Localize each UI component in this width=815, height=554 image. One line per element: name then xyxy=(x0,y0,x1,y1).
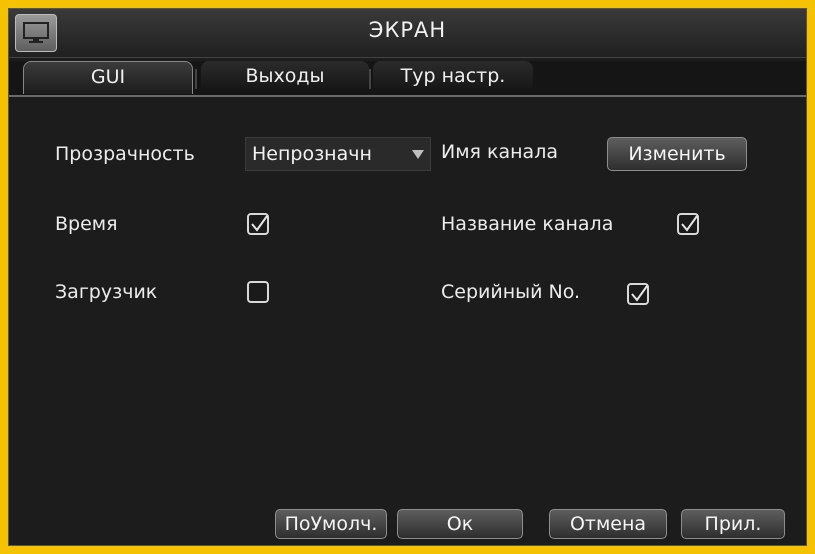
channel-title-checkbox[interactable] xyxy=(677,213,699,235)
tab-bar: GUI Выходы Тур настр. xyxy=(9,61,806,97)
channel-title-label: Название канала xyxy=(441,213,614,235)
apply-button[interactable]: Прил. xyxy=(681,509,785,539)
checkmark-icon xyxy=(251,215,268,232)
tab-outputs[interactable]: Выходы xyxy=(201,61,369,93)
defaults-button[interactable]: ПоУмолч. xyxy=(275,509,387,539)
window-title: ЭКРАН xyxy=(368,18,447,42)
tab-divider xyxy=(195,69,197,89)
title-bar: ЭКРАН xyxy=(9,9,806,58)
cancel-button[interactable]: Отмена xyxy=(549,509,667,539)
channel-name-label: Имя канала xyxy=(441,141,558,163)
tab-divider xyxy=(369,69,371,89)
time-label: Время xyxy=(55,213,118,235)
checkmark-icon xyxy=(631,285,648,302)
time-checkbox[interactable] xyxy=(247,213,269,235)
ok-button[interactable]: Ок xyxy=(397,509,523,539)
loader-label: Загрузчик xyxy=(55,281,158,303)
checkmark-icon xyxy=(681,215,698,232)
screen-settings-window: ЭКРАН GUI Выходы Тур настр. Прозрачность… xyxy=(8,8,807,546)
transparency-label: Прозрачность xyxy=(55,143,195,165)
tab-gui[interactable]: GUI xyxy=(23,61,193,94)
transparency-select[interactable]: Непрозначн xyxy=(245,137,431,171)
serial-number-label: Серийный No. xyxy=(441,281,581,303)
chevron-down-icon xyxy=(412,150,424,159)
serial-number-checkbox[interactable] xyxy=(627,283,649,305)
loader-checkbox[interactable] xyxy=(247,281,269,303)
transparency-value: Непрозначн xyxy=(252,143,372,165)
edit-channel-name-button[interactable]: Изменить xyxy=(607,137,747,171)
tab-tour-settings[interactable]: Тур настр. xyxy=(373,61,533,93)
